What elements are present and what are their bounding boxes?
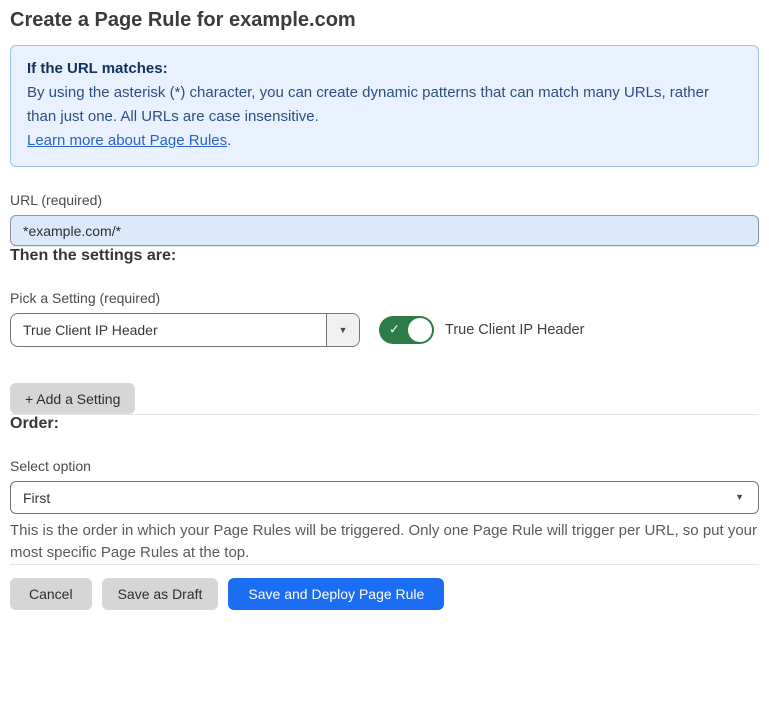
footer-actions: Cancel Save as Draft Save and Deploy Pag…: [10, 578, 759, 610]
info-box-heading: If the URL matches:: [27, 57, 742, 81]
settings-section-heading: Then the settings are:: [10, 247, 759, 265]
chevron-down-icon: ▼: [339, 326, 348, 335]
pick-setting-label: Pick a Setting (required): [10, 290, 759, 306]
divider: [10, 564, 759, 565]
info-link-line: Learn more about Page Rules.: [27, 129, 742, 153]
page-title: Create a Page Rule for example.com: [10, 6, 759, 34]
setting-row: True Client IP Header ▼ ✓ True Client IP…: [10, 313, 759, 347]
setting-select-value: True Client IP Header: [11, 314, 326, 346]
check-icon: ✓: [389, 322, 400, 338]
url-matches-info-box: If the URL matches: By using the asteris…: [10, 45, 759, 167]
url-field-label: URL (required): [10, 192, 759, 208]
order-help-text: This is the order in which your Page Rul…: [10, 520, 759, 564]
save-as-draft-button[interactable]: Save as Draft: [102, 578, 219, 610]
order-section-heading: Order:: [10, 415, 759, 433]
cancel-button[interactable]: Cancel: [10, 578, 92, 610]
save-and-deploy-button[interactable]: Save and Deploy Page Rule: [228, 578, 444, 610]
toggle-knob: [408, 318, 432, 342]
learn-more-link[interactable]: Learn more about Page Rules: [27, 132, 227, 149]
order-select[interactable]: First ▼: [10, 481, 759, 514]
url-input[interactable]: [10, 215, 759, 246]
order-select-label: Select option: [10, 458, 759, 474]
toggle-label: True Client IP Header: [445, 322, 584, 338]
link-suffix: .: [227, 132, 231, 149]
add-setting-button[interactable]: + Add a Setting: [10, 383, 135, 414]
chevron-down-icon: ▼: [735, 493, 744, 502]
page-rule-form: Create a Page Rule for example.com If th…: [0, 0, 769, 610]
info-box-body: By using the asterisk (*) character, you…: [27, 81, 742, 129]
setting-select[interactable]: True Client IP Header ▼: [10, 313, 360, 347]
order-select-value: First: [23, 490, 50, 506]
true-client-ip-toggle[interactable]: ✓: [379, 316, 434, 344]
setting-select-arrow-button[interactable]: ▼: [326, 314, 359, 346]
